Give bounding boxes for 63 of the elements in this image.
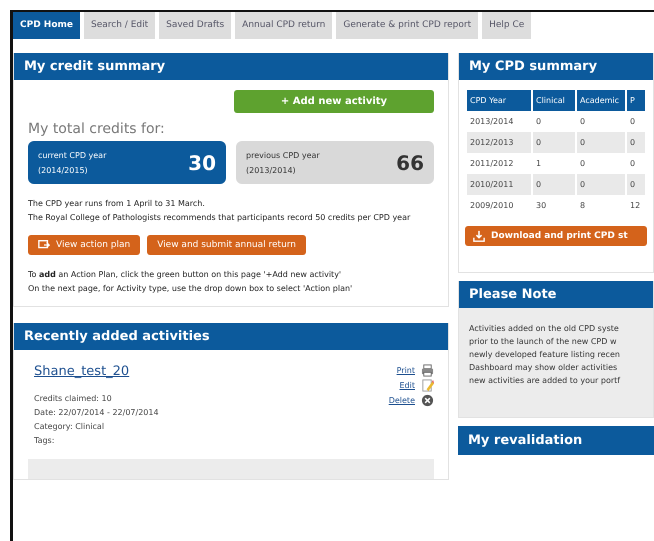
table-cell-text: 12 [629,200,642,212]
table-cell-text: 2009/2010 [469,200,514,212]
table-cell: 0 [577,132,625,153]
action-link[interactable]: Print [396,366,415,375]
tab[interactable]: Annual CPD return [235,12,332,39]
add-activity-button[interactable]: + Add new activity [234,90,434,113]
table-cell-text: 0 [629,158,636,170]
table-cell-text: 30 [535,200,548,212]
panel-header: Please Note [459,281,653,308]
table-cell: 2010/2011 [467,174,531,195]
credit-label: current CPD year [38,150,106,160]
tab[interactable]: Search / Edit [84,12,156,39]
note-text: Activities added on the old CPD syste prior to the launch of the new CPD w newly developed feature listing recen Dashboard may show older activities new activities are added to your portf [469,323,622,387]
column-header: Academic [577,90,625,111]
activity-detail: Tags: [34,436,56,445]
column-header: Clinical [533,90,575,111]
panel-header: My revalidation [458,426,654,455]
credit-period: (2014/2015) [38,166,89,174]
delete-icon[interactable] [421,394,434,407]
download-icon [473,230,485,242]
activity-detail: Category: Clinical [34,422,106,431]
panel-header: My credit summary [14,53,448,80]
printer-icon[interactable] [421,364,434,377]
instruction-text: To add an Action Plan, click the green button on this page '+Add new activity' [28,269,342,280]
table-cell-text: 1 [535,158,542,170]
info-text: The CPD year runs from 1 April to 31 March. [28,198,206,209]
table-cell-text: 2011/2012 [469,158,514,170]
tab[interactable]: Help Ce [482,12,532,39]
table-cell-text: 0 [579,158,586,170]
export-icon [38,239,50,251]
credit-label: previous CPD year [246,150,320,160]
action-button[interactable]: View action plan [28,235,140,255]
download-button[interactable]: Download and print CPD st [465,226,647,246]
column-header: P [627,90,645,111]
table-cell: 0 [533,174,575,195]
table-cell: 0 [627,174,645,195]
info-text: The Royal College of Pathologists recommends that participants record 50 credits per CPD year [28,212,412,223]
table-cell: 0 [577,174,625,195]
panel-header: My CPD summary [459,53,653,80]
table-cell: 2012/2013 [467,132,531,153]
column-header: CPD Year [467,90,531,111]
credit-value: 30 [188,150,216,174]
table-cell-text: 0 [535,116,542,128]
action-link[interactable]: Delete [388,396,415,405]
credit-value: 66 [396,150,424,174]
activity-detail: Date: 22/07/2014 - 22/07/2014 [34,408,159,417]
activity-detail: Credits claimed: 10 [34,394,113,403]
action-button[interactable]: View and submit annual return [147,235,306,255]
tab[interactable]: Saved Drafts [159,12,232,39]
credit-period: (2013/2014) [246,166,297,174]
activity-link[interactable]: Shane_test_20 [34,364,130,379]
totals-label: My total credits for: [28,121,166,137]
table-cell-text: 0 [579,116,586,128]
instruction-text: On the next page, for Activity type, use the drop down box to select 'Action plan' [28,283,354,294]
tab[interactable]: Generate & print CPD report [336,12,478,39]
tab[interactable]: CPD Home [13,12,80,39]
table-cell-text: 0 [629,116,636,128]
table-cell: 0 [533,132,575,153]
action-link[interactable]: Edit [400,381,415,390]
table-cell-text: 8 [579,200,586,212]
table-cell: 0 [627,132,645,153]
panel-header: Recently added activities [14,323,448,350]
table-cell-text: 2013/2014 [469,116,514,128]
